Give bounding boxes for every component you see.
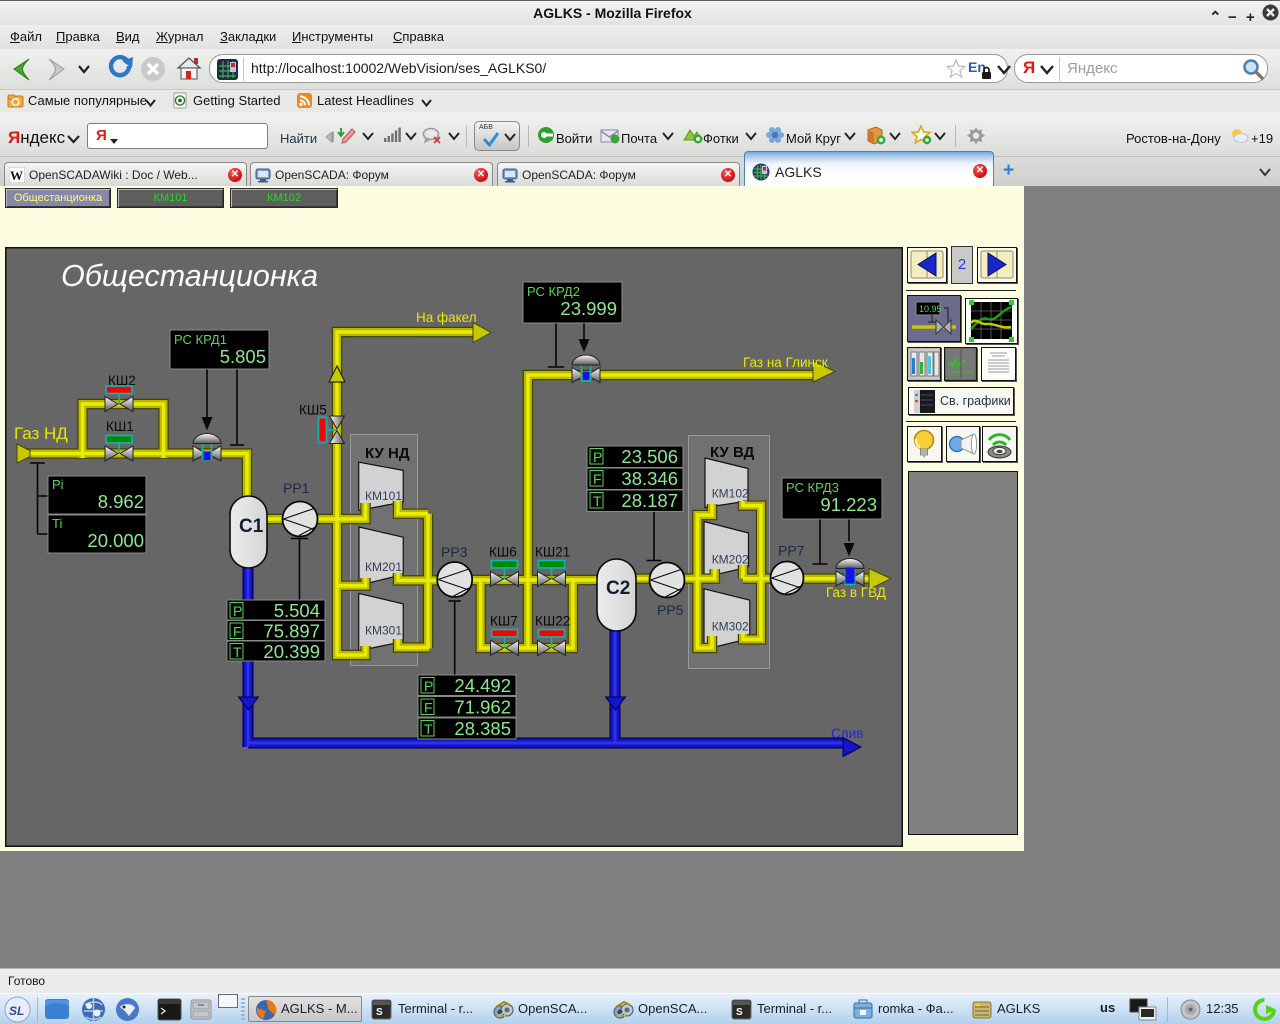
svg-text:S: S [736, 1007, 743, 1018]
svg-text:8.962: 8.962 [98, 491, 144, 512]
svg-text:38.346: 38.346 [621, 468, 678, 489]
svg-text:Газ на Глинск: Газ на Глинск [743, 355, 828, 370]
svg-text:КШ22: КШ22 [535, 614, 570, 629]
svg-text:Pi: Pi [52, 477, 64, 492]
svg-text:S: S [376, 1007, 383, 1018]
svg-text:F: F [593, 471, 602, 487]
svg-text:F: F [233, 624, 242, 640]
svg-text:КМ302: КМ302 [712, 620, 749, 634]
svg-text:20.399: 20.399 [263, 641, 320, 662]
svg-text:КШ6: КШ6 [489, 545, 517, 560]
svg-text:КУ НД: КУ НД [365, 445, 410, 462]
svg-text:91.223: 91.223 [820, 494, 877, 515]
svg-text:КШ7: КШ7 [490, 614, 518, 629]
svg-text:РС КРД1: РС КРД1 [174, 332, 227, 347]
svg-text:РС КРД3: РС КРД3 [786, 480, 839, 495]
svg-text:КШ21: КШ21 [535, 545, 570, 560]
svg-text:Газ НД: Газ НД [14, 424, 68, 443]
svg-text:C1: C1 [239, 516, 264, 537]
svg-text:КУ ВД: КУ ВД [710, 444, 755, 461]
svg-text:SL: SL [9, 1004, 24, 1018]
svg-text:T: T [593, 493, 602, 509]
svg-text:КМ201: КМ201 [365, 560, 402, 574]
svg-text:РР5: РР5 [657, 602, 684, 618]
svg-text:КМ101: КМ101 [365, 489, 402, 503]
svg-text:P: P [593, 449, 602, 465]
svg-text:КШ1: КШ1 [106, 419, 134, 434]
svg-text:71.962: 71.962 [454, 697, 511, 718]
svg-text:75.897: 75.897 [263, 621, 320, 642]
svg-text:РР1: РР1 [283, 480, 310, 496]
svg-text:Газ в ГВД: Газ в ГВД [826, 585, 886, 600]
svg-text:КШ2: КШ2 [108, 373, 136, 388]
svg-text:28.187: 28.187 [621, 490, 678, 511]
svg-text:P: P [424, 678, 433, 694]
svg-text:Общестанционка: Общестанционка [61, 259, 318, 293]
svg-text:F: F [424, 700, 433, 716]
svg-text:КМ202: КМ202 [712, 552, 749, 566]
svg-text:23.506: 23.506 [621, 446, 678, 467]
svg-text:Слив: Слив [831, 726, 863, 741]
svg-text:20.000: 20.000 [87, 530, 144, 551]
svg-text:Ti: Ti [52, 516, 62, 531]
svg-text:5.805: 5.805 [220, 346, 266, 367]
svg-text:РС КРД2: РС КРД2 [527, 284, 580, 299]
svg-text:23.999: 23.999 [560, 298, 617, 319]
svg-text:W: W [10, 168, 23, 183]
svg-text:На факел: На факел [416, 310, 477, 325]
svg-text:5.504: 5.504 [274, 600, 320, 621]
svg-text:P: P [233, 603, 242, 619]
svg-text:КМ301: КМ301 [365, 623, 402, 637]
svg-text:КМ102: КМ102 [712, 486, 749, 500]
svg-text:10.95: 10.95 [919, 304, 942, 314]
svg-text:РР7: РР7 [778, 543, 805, 559]
svg-text:T: T [233, 644, 242, 660]
svg-text:КШ5: КШ5 [299, 403, 327, 418]
svg-text:28.385: 28.385 [454, 718, 511, 739]
svg-text:РР3: РР3 [441, 544, 468, 560]
svg-text:24.492: 24.492 [454, 675, 511, 696]
svg-text:C2: C2 [606, 578, 630, 599]
svg-text:T: T [424, 721, 433, 737]
